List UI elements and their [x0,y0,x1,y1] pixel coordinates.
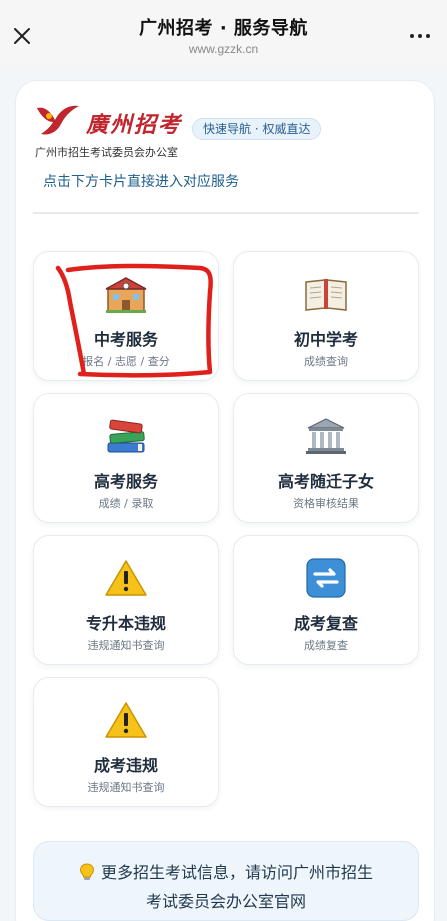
page-url: www.gzzk.cn [188,42,259,56]
logo-text: 廣州招考 [86,112,183,138]
service-subtitle: 成绩 / 录取 [98,497,154,510]
open-book-icon [234,272,418,316]
school-icon [34,272,218,316]
classical-building-icon [234,414,418,458]
service-subtitle: 违规通知书查询 [87,639,165,652]
more-info-line2: 考试委员会办公室官网 [145,892,306,911]
org-name: 广州市招生考试委员会办公室 [35,146,178,159]
page-title: 广州招考 · 服务导航 [139,18,308,39]
more-info-line1: 更多招生考试信息，请访问广州市招生 [100,863,373,882]
service-subtitle: 违规通知书查询 [87,781,165,794]
service-name: 高考随迁子女 [277,472,374,491]
service-name: 成考违规 [93,756,158,775]
hint-text: 点击下方卡片直接进入对应服务 [43,174,239,190]
service-card-chuzhong-xuekao[interactable]: 初中学考 成绩查询 [233,251,419,381]
refresh-arrows-icon [234,556,418,600]
service-name: 专升本违规 [85,614,166,633]
top-bar: 广州招考 · 服务导航 www.gzzk.cn [0,0,447,66]
divider [33,212,419,214]
service-name: 初中学考 [293,330,358,349]
service-name: 高考服务 [93,472,158,491]
main-panel: 廣州招考 广州市招生考试委员会办公室 快速导航 · 权威直达 点击下方卡片直接进… [15,80,435,921]
service-subtitle: 报名 / 志愿 / 查分 [82,355,170,368]
warning-icon [34,698,218,742]
service-subtitle: 成绩复查 [304,639,348,652]
service-card-chengkao-fucha[interactable]: 成考复查 成绩复查 [233,535,419,665]
service-card-chengkao-weigui[interactable]: 成考违规 违规通知书查询 [33,677,219,807]
service-subtitle: 成绩查询 [304,355,348,368]
books-stack-icon [34,414,218,458]
lightbulb-icon [79,863,95,889]
service-card-zhuanshengben-weigui[interactable]: 专升本违规 违规通知书查询 [33,535,219,665]
logo-icon [37,105,79,135]
more-dots-icon [410,34,414,38]
service-card-gaokao-suiqian[interactable]: 高考随迁子女 资格审核结果 [233,393,419,523]
more-button[interactable] [405,26,435,46]
service-card-zhongkao[interactable]: 中考服务 报名 / 志愿 / 查分 [33,251,219,381]
more-info-link[interactable]: 更多招生考试信息，请访问广州市招生 考试委员会办公室官网 [33,841,419,921]
service-name: 中考服务 [93,330,158,349]
service-card-gaokao[interactable]: 高考服务 成绩 / 录取 [33,393,219,523]
service-subtitle: 资格审核结果 [293,497,359,510]
tagline-badge: 快速导航 · 权威直达 [192,118,322,140]
warning-icon [34,556,218,600]
service-name: 成考复查 [293,614,358,633]
